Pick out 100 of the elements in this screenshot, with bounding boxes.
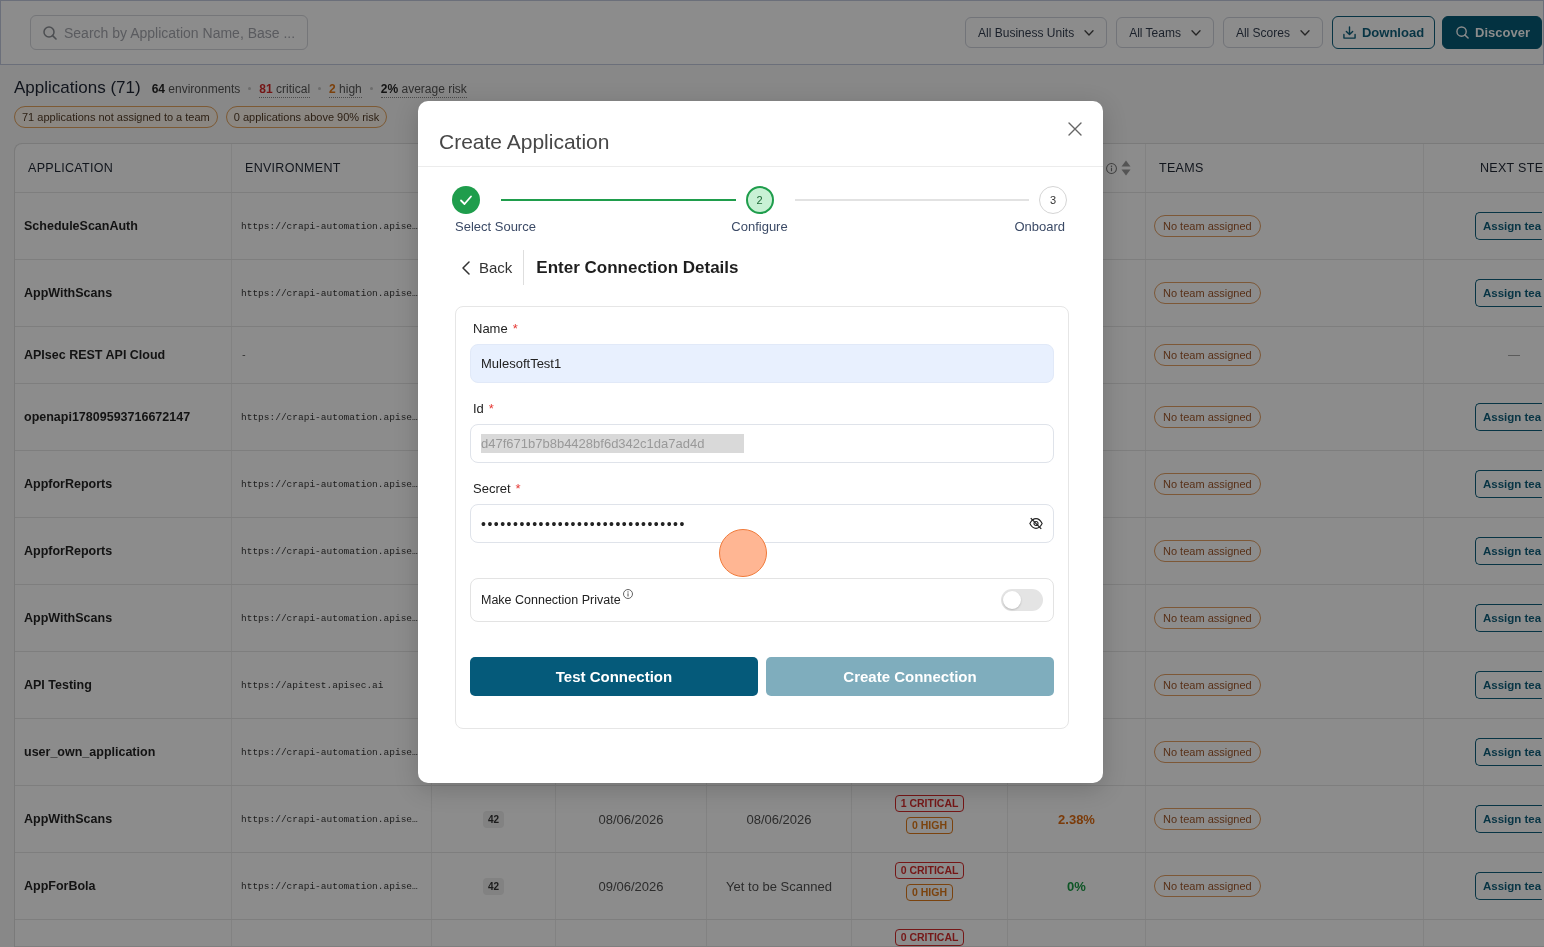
info-icon: [1106, 162, 1117, 174]
field-label: Id *: [473, 401, 495, 417]
team-badge: No team assigned: [1154, 282, 1261, 304]
team-badge: No team assigned: [1154, 473, 1261, 495]
team-badge: No team assigned: [1154, 406, 1261, 428]
assign-team-button[interactable]: Assign tea: [1475, 604, 1543, 632]
team-badge: No team assigned: [1154, 215, 1261, 237]
assign-team-button[interactable]: Assign tea: [1475, 403, 1543, 431]
search-icon: [1456, 26, 1470, 39]
table-cell: AppWithScans: [15, 786, 232, 852]
filter-dropdown[interactable]: All Scores: [1222, 17, 1323, 48]
assign-team-button[interactable]: Assign tea: [1475, 805, 1543, 833]
step-number: 2: [745, 186, 774, 214]
field-label: Name *: [473, 321, 519, 337]
toggle-label: Make Connection Private: [481, 593, 621, 607]
severity-badge: 0 HIGH: [906, 884, 953, 901]
back-button[interactable]: Back: [460, 250, 525, 285]
table-cell: AppWithScans: [15, 260, 232, 326]
stat-text: 64 environments: [151, 81, 241, 97]
url-text: https://crapi-automation.apise…: [241, 478, 418, 490]
toggle-switch[interactable]: [1001, 589, 1043, 611]
severity-badge: 0 CRITICAL: [894, 929, 965, 946]
download-icon: [1342, 26, 1356, 39]
text-field[interactable]: d47f671b7b8b4428bf6d342c1da7ad4d: [470, 424, 1054, 463]
table-cell: ScheduleScanAuth: [15, 193, 232, 259]
table-cell: openapi17809593716672147: [15, 384, 232, 450]
field-label: Secret *: [473, 481, 522, 497]
url-text: https://crapi-automation.apise…: [241, 880, 418, 892]
close-icon[interactable]: [1068, 122, 1082, 136]
column-header: NEXT STE: [1480, 161, 1544, 175]
table-cell: AppforReports: [15, 451, 232, 517]
section-heading: Enter Connection Details: [536, 257, 739, 278]
alert-badge: 0 applications above 90% risk: [225, 106, 388, 128]
text-field[interactable]: MulesoftTest1: [470, 344, 1054, 383]
info-icon: [622, 589, 633, 599]
password-field[interactable]: ••••••••••••••••••••••••••••••••: [470, 504, 1054, 543]
count-badge: 42: [482, 877, 505, 895]
team-badge: No team assigned: [1154, 875, 1261, 897]
test-connection-button[interactable]: Test Connection: [470, 657, 758, 696]
team-badge: No team assigned: [1154, 674, 1261, 696]
stat-text: 81 critical: [259, 81, 311, 98]
risk-value: 0%: [1067, 878, 1086, 894]
url-text: https://crapi-automation.apise…: [241, 746, 418, 758]
table-cell: 08/06/2026: [556, 786, 707, 852]
assign-team-button[interactable]: Assign tea: [1475, 470, 1543, 498]
step-label: Onboard: [1014, 219, 1065, 235]
team-badge: No team assigned: [1154, 540, 1261, 562]
filter-dropdown[interactable]: All Business Units: [965, 17, 1108, 48]
step-label: Configure: [731, 219, 788, 235]
severity-badge: 0 HIGH: [906, 817, 953, 834]
table-cell: user_own_application: [15, 719, 232, 785]
eye-off-icon[interactable]: [1029, 517, 1043, 530]
url-text: https://apitest.apisec.ai: [241, 679, 384, 691]
assign-team-button[interactable]: Assign tea: [1475, 537, 1543, 565]
table-cell: API Testing: [15, 652, 232, 718]
table-cell: 08/06/2026: [707, 786, 852, 852]
table-cell: Yet to be Scanned: [707, 853, 852, 919]
step-label: Select Source: [455, 219, 536, 235]
page-title: Applications (71): [14, 77, 141, 99]
team-badge: No team assigned: [1154, 344, 1261, 366]
table-cell: 09/06/2026: [556, 853, 707, 919]
assign-team-button[interactable]: Assign tea: [1475, 212, 1543, 240]
team-badge: No team assigned: [1154, 808, 1261, 830]
column-header: TEAMS: [1159, 161, 1204, 175]
team-badge: No team assigned: [1154, 607, 1261, 629]
count-badge: 42: [482, 810, 505, 828]
chevron-down-icon: [1084, 29, 1095, 36]
url-text: -: [241, 349, 247, 361]
empty-value: —: [1508, 348, 1520, 362]
table-cell: APIsec REST API Cloud: [15, 327, 232, 383]
discover-button[interactable]: Discover: [1442, 16, 1542, 49]
chevron-left-icon: [462, 260, 470, 275]
filter-dropdown[interactable]: All Teams: [1116, 17, 1214, 48]
url-text: https://crapi-automation.apise…: [241, 813, 418, 825]
stat-text: 2 high: [329, 81, 362, 98]
step-number: 3: [1039, 186, 1067, 214]
column-header: APPLICATION: [28, 161, 114, 175]
column-header: ENVIRONMENT: [245, 161, 341, 175]
touch-indicator-icon: [719, 529, 767, 577]
search-icon: [43, 25, 57, 40]
chevron-down-icon: [1190, 29, 1201, 36]
url-text: https://crapi-automation.apise…: [241, 612, 418, 624]
assign-team-button[interactable]: Assign tea: [1475, 279, 1543, 307]
chevron-down-icon: [1299, 29, 1310, 36]
severity-badge: 1 CRITICAL: [894, 795, 965, 812]
assign-team-button[interactable]: Assign tea: [1475, 671, 1543, 699]
url-text: https://crapi-automation.apise…: [241, 411, 418, 423]
url-text: https://crapi-automation.apise…: [241, 220, 418, 232]
table-cell: AppWithScans: [15, 585, 232, 651]
risk-value: 2.38%: [1058, 811, 1095, 827]
assign-team-button[interactable]: Assign tea: [1475, 738, 1543, 766]
assign-team-button[interactable]: Assign tea: [1475, 872, 1543, 900]
url-text: https://crapi-automation.apise…: [241, 287, 418, 299]
severity-badge: 0 CRITICAL: [894, 862, 965, 879]
download-button[interactable]: Download: [1331, 16, 1436, 49]
stat-text: 2% average risk: [380, 81, 467, 98]
url-text: https://crapi-automation.apise…: [241, 545, 418, 557]
team-badge: No team assigned: [1154, 741, 1261, 763]
dialog-title: Create Application: [439, 129, 610, 155]
table-cell: AppforReports: [15, 518, 232, 584]
